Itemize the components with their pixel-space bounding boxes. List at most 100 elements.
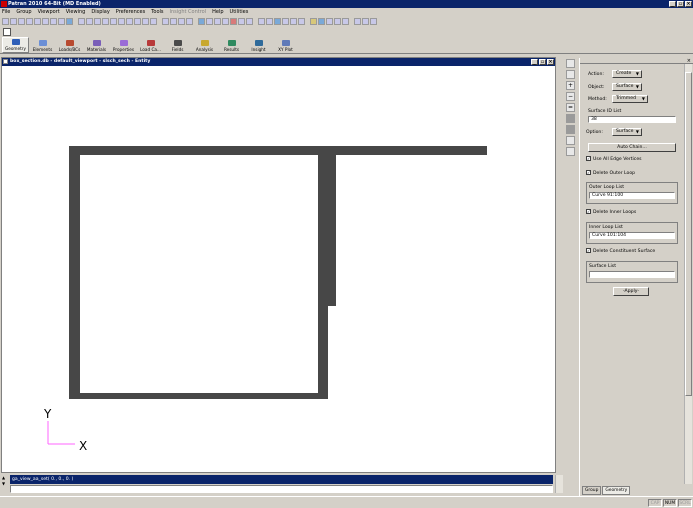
rotate-z-icon[interactable]: [178, 18, 185, 25]
delete-outer-loop-checkbox[interactable]: ✓ Delete Outer Loop: [586, 170, 635, 177]
new-file-icon[interactable]: [2, 18, 9, 25]
command-input[interactable]: [10, 485, 553, 493]
view-iso1-icon[interactable]: [126, 18, 133, 25]
tab-analysis[interactable]: Analysis: [191, 37, 218, 53]
delete-inner-loops-checkbox[interactable]: ✓ Delete Inner Loops: [586, 209, 636, 216]
auto-chain-button[interactable]: Auto Chain...: [588, 143, 676, 152]
pick-filter-icon[interactable]: [566, 70, 575, 79]
inner-loop-input[interactable]: Curve 101:104: [589, 232, 675, 239]
reset-graphics-icon[interactable]: [58, 18, 65, 25]
apply-button[interactable]: -Apply-: [613, 287, 649, 296]
scroll-down-icon[interactable]: ▼: [2, 481, 9, 487]
graphics-viewport[interactable]: box_section.db - default_viewport - slsc…: [1, 57, 556, 473]
zoom-in-icon[interactable]: [238, 18, 245, 25]
equals-icon[interactable]: =: [566, 103, 575, 112]
close-button[interactable]: ×: [685, 1, 692, 7]
outer-loop-input[interactable]: Curve 91:100: [589, 192, 675, 199]
home-icon[interactable]: [3, 28, 11, 36]
refresh-icon[interactable]: [66, 18, 73, 25]
rotate-free-icon[interactable]: [186, 18, 193, 25]
menu-display[interactable]: Display: [91, 8, 109, 16]
rect-pick-icon[interactable]: [566, 114, 575, 123]
model-canvas[interactable]: Y X: [2, 66, 555, 472]
zoom-box-icon[interactable]: [222, 18, 229, 25]
tab-insight[interactable]: Insight: [245, 37, 272, 53]
menu-viewport[interactable]: Viewport: [38, 8, 60, 16]
menu-tools[interactable]: Tools: [151, 8, 163, 16]
menu-group[interactable]: Group: [16, 8, 31, 16]
tab-loads-bcs[interactable]: Loads/BCs: [56, 37, 83, 53]
pan-icon[interactable]: [206, 18, 213, 25]
view-back-icon[interactable]: [86, 18, 93, 25]
rotate-x-icon[interactable]: [162, 18, 169, 25]
use-all-edge-vertices-checkbox[interactable]: ✓ Use All Edge Vertices: [586, 156, 642, 163]
viewport-minimize-button[interactable]: _: [531, 59, 538, 65]
view-iso4-icon[interactable]: [150, 18, 157, 25]
zoom-region-icon[interactable]: [230, 18, 237, 25]
panel-scrollbar[interactable]: [684, 64, 692, 484]
tab-results[interactable]: Results: [218, 37, 245, 53]
view-iso3-icon[interactable]: [142, 18, 149, 25]
tab-properties[interactable]: Properties: [110, 37, 137, 53]
color-icon[interactable]: [362, 18, 369, 25]
menu-viewing[interactable]: Viewing: [66, 8, 86, 16]
history-scroll-arrows[interactable]: ▲ ▼: [2, 475, 9, 493]
tab-geometry[interactable]: Geometry: [2, 37, 29, 53]
tab-elements[interactable]: Elements: [29, 37, 56, 53]
select-menu-icon[interactable]: [566, 59, 575, 68]
command-history[interactable]: ga_view_aa_set( 0., 0., 0. ): [10, 475, 553, 484]
view-top-icon[interactable]: [110, 18, 117, 25]
menu-help[interactable]: Help: [212, 8, 223, 16]
abort-icon[interactable]: [50, 18, 57, 25]
cycle-pick-icon[interactable]: [566, 147, 575, 156]
zoom-out-icon[interactable]: [246, 18, 253, 25]
box-section-surface[interactable]: [69, 146, 487, 399]
view-right-icon[interactable]: [102, 18, 109, 25]
wireframe-icon[interactable]: [258, 18, 265, 25]
minimize-button[interactable]: _: [669, 1, 676, 7]
fit-view-icon[interactable]: [198, 18, 205, 25]
copy-icon[interactable]: [34, 18, 41, 25]
viewport-close-button[interactable]: ×: [547, 59, 554, 65]
view-left-icon[interactable]: [94, 18, 101, 25]
print-icon[interactable]: [26, 18, 33, 25]
menu-insight-control[interactable]: Insight Control: [170, 8, 207, 16]
poly-pick-icon[interactable]: [566, 125, 575, 134]
tab-xy-plot[interactable]: XY Plot: [272, 37, 299, 53]
hidden-line-icon[interactable]: [266, 18, 273, 25]
smooth-shaded-icon[interactable]: [274, 18, 281, 25]
viewport-post-icon[interactable]: [334, 18, 341, 25]
node-size-icon[interactable]: [290, 18, 297, 25]
option-dropdown[interactable]: Surface ▼: [612, 128, 642, 136]
rotate-icon[interactable]: [214, 18, 221, 25]
menu-utilities[interactable]: Utilities: [230, 8, 249, 16]
group-select-icon[interactable]: [326, 18, 333, 25]
surface-list-input[interactable]: [589, 271, 675, 278]
shrink-icon[interactable]: [298, 18, 305, 25]
menu-file[interactable]: File: [2, 8, 10, 16]
tab-load-ca[interactable]: Load Ca...: [137, 37, 164, 53]
save-icon[interactable]: [18, 18, 25, 25]
action-dropdown[interactable]: Create ▼: [612, 70, 642, 78]
tab-group[interactable]: Group: [582, 486, 602, 495]
verify-icon[interactable]: [342, 18, 349, 25]
restore-button[interactable]: ▫: [677, 1, 684, 7]
pencil-icon[interactable]: [566, 136, 575, 145]
method-dropdown[interactable]: Trimmed ▼: [612, 95, 648, 103]
undo-icon[interactable]: [42, 18, 49, 25]
tab-geometry[interactable]: Geometry: [602, 486, 631, 495]
delete-constituent-surface-checkbox[interactable]: ✓ Delete Constituent Surface: [586, 248, 655, 255]
tab-fields[interactable]: Fields: [164, 37, 191, 53]
view-bottom-icon[interactable]: [118, 18, 125, 25]
viewport-restore-button[interactable]: ▫: [539, 59, 546, 65]
remove-icon[interactable]: −: [566, 92, 575, 101]
view-front-icon[interactable]: [78, 18, 85, 25]
open-file-icon[interactable]: [10, 18, 17, 25]
surface-id-input[interactable]: 38: [588, 116, 676, 123]
plot-erase-icon[interactable]: [310, 18, 317, 25]
command-scrollbar[interactable]: [555, 475, 563, 493]
object-dropdown[interactable]: Surface ▼: [612, 83, 642, 91]
rotate-y-icon[interactable]: [170, 18, 177, 25]
scroll-thumb[interactable]: [685, 72, 692, 396]
add-icon[interactable]: +: [566, 81, 575, 90]
